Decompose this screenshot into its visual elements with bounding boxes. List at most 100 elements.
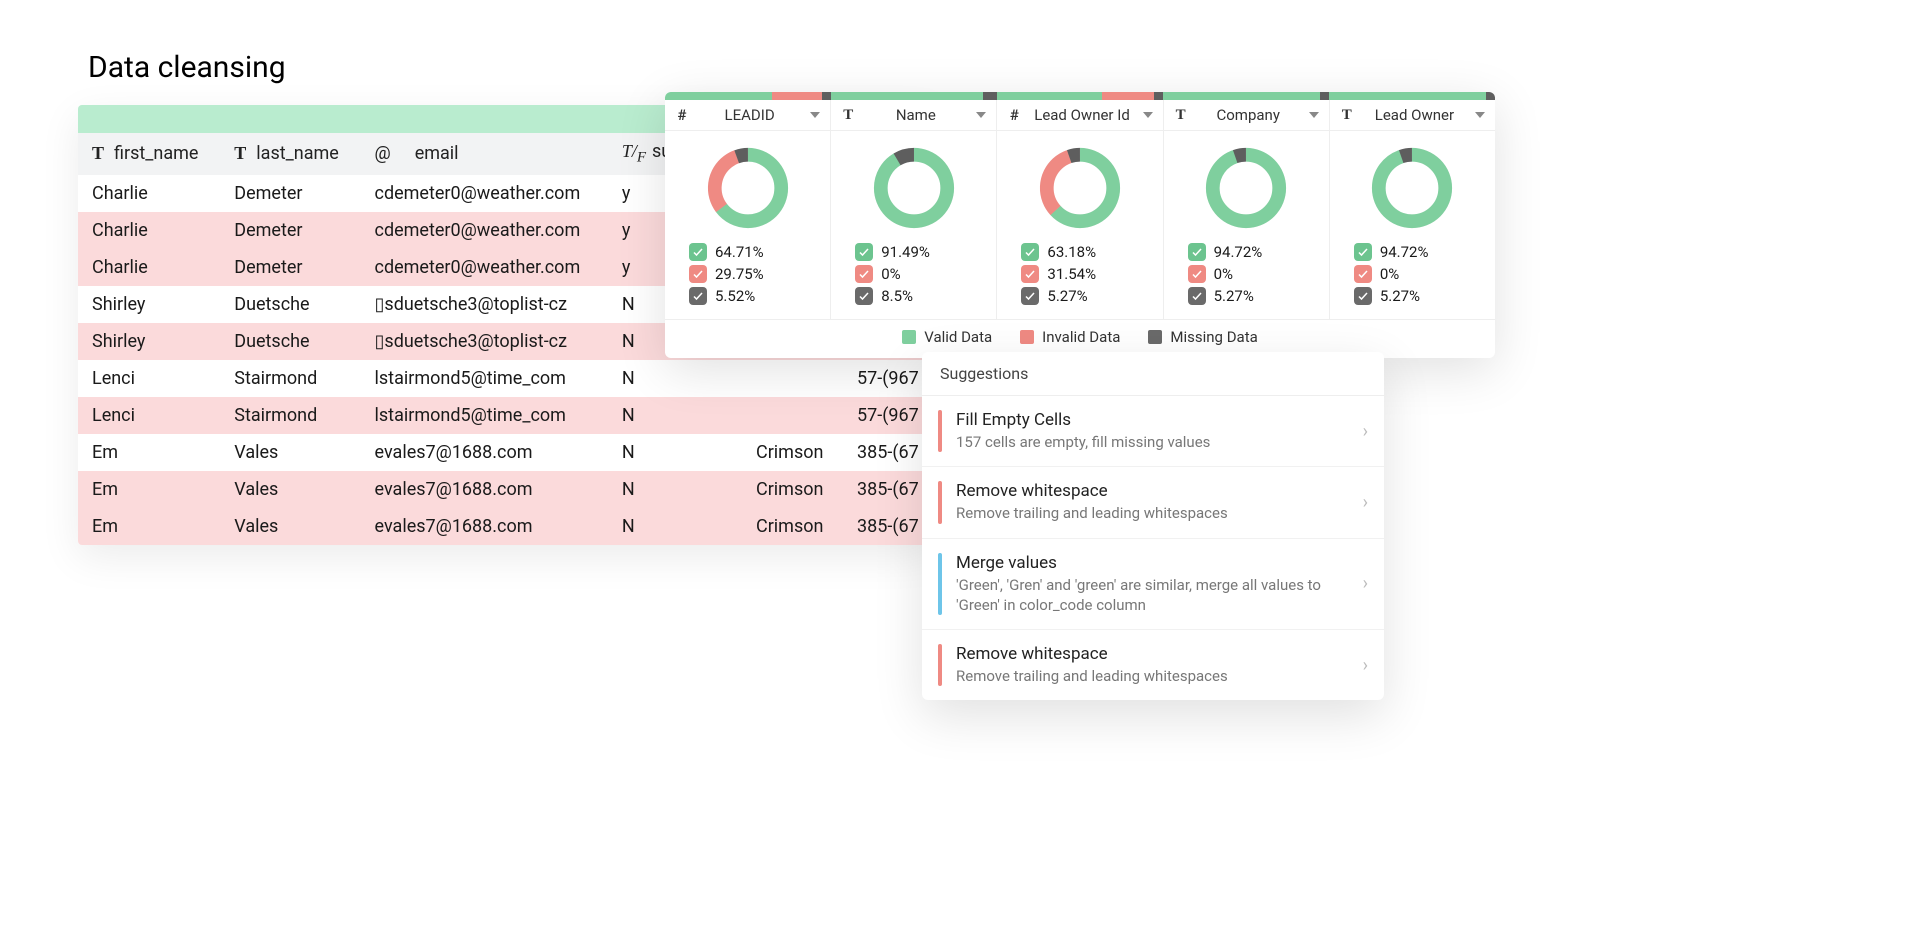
missing-chip-icon <box>1021 287 1039 305</box>
column-label: last_name <box>256 143 339 164</box>
column-dropdown-icon[interactable] <box>1309 112 1319 118</box>
column-dropdown-icon[interactable] <box>810 112 820 118</box>
valid-percent: 94.72% <box>1214 243 1263 261</box>
table-cell: cdemeter0@weather.com <box>361 249 608 286</box>
table-row[interactable]: EmValesevales7@1688.comNCrimson385-(67 <box>78 508 938 545</box>
invalid-percent: 0% <box>1214 265 1233 283</box>
invalid-chip-icon <box>855 265 873 283</box>
invalid-chip-icon <box>1021 265 1039 283</box>
table-row[interactable]: LenciStairmondlstairmond5@time_comN57-(9… <box>78 397 938 434</box>
table-cell: ▯sduetsche3@toplist-cz <box>361 286 608 323</box>
table-cell: evales7@1688.com <box>361 471 608 508</box>
valid-chip-icon <box>1188 243 1206 261</box>
table-cell: Lenci <box>78 360 220 397</box>
stats-column-cell: 94.72% 0% 5.27% <box>1164 131 1330 319</box>
missing-percent: 5.52% <box>715 287 755 305</box>
chevron-right-icon: › <box>1363 573 1368 594</box>
quality-donut-icon <box>1203 145 1289 231</box>
suggestions-heading: Suggestions <box>922 352 1384 396</box>
table-cell: lstairmond5@time_com <box>361 397 608 434</box>
suggestion-title: Remove whitespace <box>956 644 1349 664</box>
quality-strip <box>665 92 1495 100</box>
column-header[interactable]: @email <box>361 133 608 175</box>
stats-column-header[interactable]: #LEADID <box>665 100 831 130</box>
column-dropdown-icon[interactable] <box>1475 112 1485 118</box>
suggestion-item[interactable]: Remove whitespaceRemove trailing and lea… <box>922 467 1384 538</box>
stats-column-cell: 94.72%0%5.27% <box>1330 131 1495 319</box>
column-dropdown-icon[interactable] <box>1143 112 1153 118</box>
suggestion-item[interactable]: Remove whitespaceRemove trailing and lea… <box>922 630 1384 700</box>
stats-column-name: Lead Owner <box>1364 106 1465 124</box>
legend-invalid: Invalid Data <box>1042 328 1120 346</box>
table-cell: N <box>608 397 742 434</box>
valid-chip-icon <box>1021 243 1039 261</box>
text-type-icon: T <box>1340 107 1354 124</box>
column-label: first_name <box>114 143 198 164</box>
table-cell: Charlie <box>78 249 220 286</box>
missing-percent: 5.27% <box>1047 287 1087 305</box>
boolean-type-icon: T/F <box>622 141 646 161</box>
table-cell: Stairmond <box>220 360 360 397</box>
table-cell: Stairmond <box>220 397 360 434</box>
missing-chip-icon <box>1354 287 1372 305</box>
table-cell: Duetsche <box>220 323 360 360</box>
suggestion-item[interactable]: Merge values'Green', 'Gren' and 'green' … <box>922 539 1384 631</box>
table-cell: Demeter <box>220 249 360 286</box>
stats-column-cell: 91.49%0%8.5% <box>831 131 997 319</box>
quality-donut-icon <box>1037 145 1123 231</box>
suggestion-item[interactable]: Fill Empty Cells157 cells are empty, fil… <box>922 396 1384 467</box>
text-type-icon: T <box>92 143 104 163</box>
page-title: Data cleansing <box>88 50 286 85</box>
invalid-percent: 0% <box>1380 265 1399 283</box>
table-cell: Duetsche <box>220 286 360 323</box>
valid-chip-icon <box>855 243 873 261</box>
column-dropdown-icon[interactable] <box>976 112 986 118</box>
invalid-chip-icon <box>1354 265 1372 283</box>
stats-column-header[interactable]: TName <box>831 100 997 130</box>
severity-bar <box>938 644 942 686</box>
table-cell: Crimson <box>742 471 843 508</box>
stats-column-header[interactable]: TCompany <box>1164 100 1330 130</box>
table-cell: lstairmond5@time_com <box>361 360 608 397</box>
table-cell: N <box>608 434 742 471</box>
invalid-percent: 31.54% <box>1047 265 1096 283</box>
table-row[interactable]: EmValesevales7@1688.comNCrimson385-(67 <box>78 434 938 471</box>
stats-column-header[interactable]: #Lead Owner Id <box>997 100 1163 130</box>
missing-chip-icon <box>855 287 873 305</box>
column-header[interactable]: Tfirst_name <box>78 133 220 175</box>
table-cell <box>742 397 843 434</box>
text-type-icon: T <box>1174 107 1188 124</box>
table-cell: Demeter <box>220 212 360 249</box>
table-cell: Demeter <box>220 175 360 212</box>
table-cell: Charlie <box>78 175 220 212</box>
suggestion-desc: 157 cells are empty, fill missing values <box>956 432 1349 452</box>
missing-percent: 5.27% <box>1214 287 1254 305</box>
email-type-icon: @ <box>375 143 391 164</box>
legend-missing: Missing Data <box>1170 328 1257 346</box>
table-cell: N <box>608 508 742 545</box>
column-header[interactable]: Tlast_name <box>220 133 360 175</box>
missing-percent: 5.27% <box>1380 287 1420 305</box>
table-cell <box>742 360 843 397</box>
table-cell: N <box>608 471 742 508</box>
invalid-chip-icon <box>1188 265 1206 283</box>
text-type-icon: T <box>841 107 855 124</box>
missing-percent: 8.5% <box>881 287 913 305</box>
table-cell: Lenci <box>78 397 220 434</box>
stats-column-header[interactable]: T Lead Owner <box>1330 100 1495 130</box>
missing-chip-icon <box>689 287 707 305</box>
quality-donut-icon <box>705 145 791 231</box>
invalid-percent: 0% <box>881 265 900 283</box>
valid-percent: 63.18% <box>1047 243 1096 261</box>
valid-chip-icon <box>689 243 707 261</box>
table-row[interactable]: LenciStairmondlstairmond5@time_comN57-(9… <box>78 360 938 397</box>
table-row[interactable]: EmValesevales7@1688.comNCrimson385-(67 <box>78 471 938 508</box>
table-cell: N <box>608 360 742 397</box>
invalid-percent: 29.75% <box>715 265 764 283</box>
table-cell: Charlie <box>78 212 220 249</box>
table-cell: Crimson <box>742 508 843 545</box>
table-cell: cdemeter0@weather.com <box>361 175 608 212</box>
table-cell: Vales <box>220 434 360 471</box>
suggestion-title: Merge values <box>956 553 1349 573</box>
suggestions-panel: Suggestions Fill Empty Cells157 cells ar… <box>922 352 1384 700</box>
